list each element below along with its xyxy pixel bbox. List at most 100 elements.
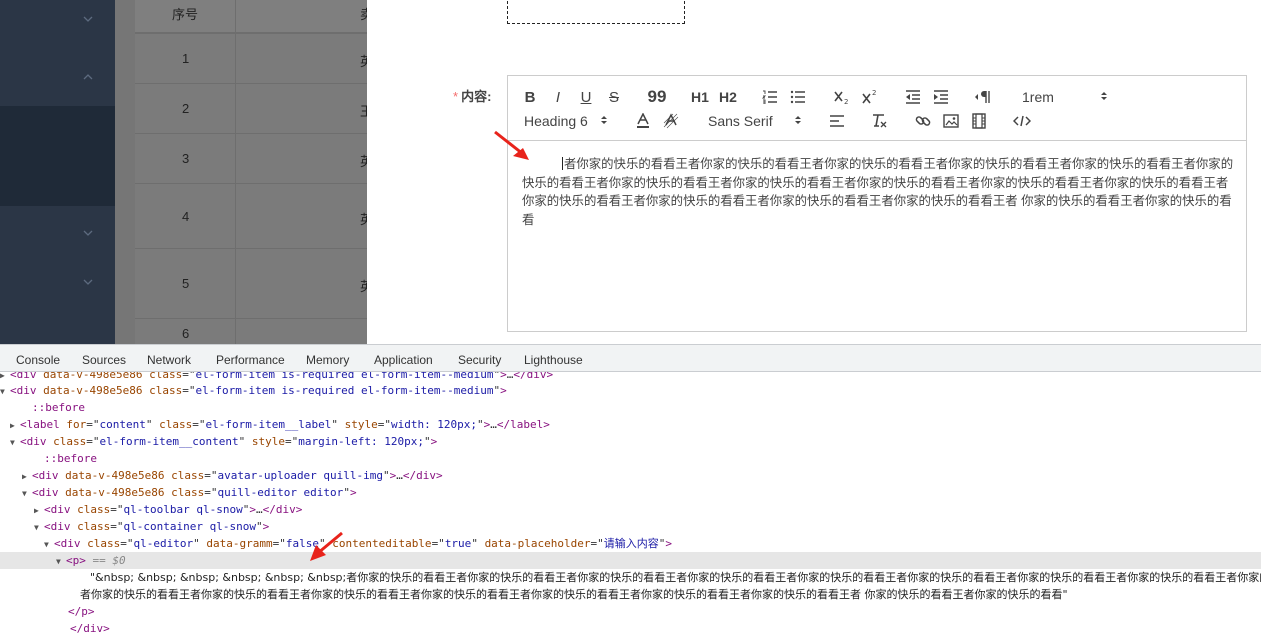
svg-text:2: 2 [844, 98, 848, 105]
annotation-arrow-icon [310, 531, 343, 561]
dom-node[interactable]: ▼ <div class="ql-container ql-snow"> [0, 518, 1261, 535]
h2-button[interactable]: H2 [717, 88, 739, 106]
underline-button[interactable]: U [578, 88, 594, 106]
text-direction-icon[interactable] [974, 88, 992, 106]
h1-button[interactable]: H1 [689, 88, 711, 106]
header-select[interactable]: Heading 6 [524, 112, 614, 130]
dom-node-markup: <label for="content" class="el-form-item… [20, 418, 550, 431]
image-icon[interactable] [942, 112, 960, 130]
text-color-icon[interactable] [634, 112, 652, 130]
link-icon[interactable] [914, 112, 932, 130]
form-panel: * 内容: B I U S 99 H1 H2 2 2 1rem Heading … [367, 0, 1261, 344]
sidebar-active-band [0, 106, 115, 206]
expand-triangle-icon[interactable]: ▶ [10, 417, 20, 434]
font-size-select[interactable]: 1rem [1022, 88, 1118, 106]
align-icon[interactable] [828, 112, 846, 130]
chevron-down-icon[interactable] [83, 14, 93, 24]
table-row-divider [135, 318, 367, 319]
dom-node[interactable]: ▼ <div data-v-498e5e86 class="quill-edito… [0, 484, 1261, 501]
blockquote-button[interactable]: 99 [648, 87, 667, 106]
content-label: * 内容: [453, 86, 491, 105]
rich-text-editor: B I U S 99 H1 H2 2 2 1rem Heading 6 Sans… [507, 75, 1247, 332]
dom-node-markup: <div data-v-498e5e86 class="el-form-item… [10, 384, 507, 397]
table-row-divider [135, 133, 367, 134]
dom-node-markup: ::before [44, 452, 97, 465]
collapse-triangle-icon[interactable]: ▼ [56, 553, 66, 570]
background-color-icon[interactable] [662, 112, 680, 130]
dom-node[interactable]: 者你家的快乐的看看王者你家的快乐的看看王者你家的快乐的看看王者你家的快乐的看看王… [0, 586, 1261, 603]
code-block-icon[interactable] [1012, 112, 1032, 130]
tab-security[interactable]: Security [458, 353, 501, 367]
dom-node[interactable]: ::before [0, 399, 1261, 416]
dom-node[interactable]: ▶ <div class="ql-toolbar ql-snow">…</div> [0, 501, 1261, 518]
italic-button[interactable]: I [550, 88, 566, 106]
dom-node[interactable]: ▼ <div class="ql-editor" data-gramm="fals… [0, 535, 1261, 552]
table-cell-index: 1 [182, 51, 190, 66]
subscript-icon[interactable]: 2 [832, 88, 852, 106]
table-cell-col2: 英 [360, 212, 367, 227]
table-cell-index: 3 [182, 151, 190, 166]
collapse-triangle-icon[interactable]: ▼ [22, 485, 32, 502]
strike-button[interactable]: S [606, 88, 622, 106]
collapse-triangle-icon[interactable]: ▼ [0, 383, 10, 400]
dropdown-caret-icon [794, 113, 802, 129]
tab-performance[interactable]: Performance [216, 353, 285, 367]
dom-node-markup: "&nbsp; &nbsp; &nbsp; &nbsp; &nbsp; &nbs… [90, 571, 1261, 584]
bullet-list-icon[interactable] [789, 88, 807, 106]
image-uploader[interactable] [507, 0, 685, 24]
chevron-down-icon[interactable] [83, 228, 93, 238]
dom-node[interactable]: ▼ <div class="el-form-item__content" styl… [0, 433, 1261, 450]
expand-triangle-icon[interactable]: ▶ [34, 502, 44, 519]
data-table: 序号 卖 1 英 2 王 3 英 4 英 5 英 6 [115, 0, 367, 344]
tab-sources[interactable]: Sources [82, 353, 126, 367]
tab-lighthouse[interactable]: Lighthouse [524, 353, 583, 367]
bold-button[interactable]: B [522, 88, 538, 106]
dom-node[interactable]: ▶ <div data-v-498e5e86 class="avatar-uplo… [0, 467, 1261, 484]
table-left-gutter [115, 0, 135, 344]
dom-node-markup: </div> [70, 622, 110, 635]
tab-console[interactable]: Console [16, 353, 60, 367]
table-cell-index: 5 [182, 276, 190, 291]
svg-text:2: 2 [872, 89, 876, 97]
table-cell-index: 6 [182, 326, 190, 341]
dom-node[interactable]: ▶ <label for="content" class="el-form-ite… [0, 416, 1261, 433]
text-cursor [562, 157, 563, 170]
dom-node-markup: <div data-v-498e5e86 class="quill-editor… [32, 486, 357, 499]
video-icon[interactable] [970, 112, 988, 130]
table-row-divider [135, 83, 367, 84]
outdent-icon[interactable] [904, 88, 922, 106]
dom-node[interactable]: ▼ <div data-v-498e5e86 class="el-form-ite… [0, 382, 1261, 399]
dom-node[interactable]: </div> [0, 620, 1261, 637]
devtools-tab-bar: Console Sources Network Performance Memo… [0, 345, 1261, 372]
sidebar [0, 0, 115, 344]
chevron-down-icon[interactable] [83, 277, 93, 287]
dom-node-markup: ::before [32, 401, 85, 414]
ordered-list-icon[interactable] [761, 88, 779, 106]
tab-memory[interactable]: Memory [306, 353, 349, 367]
expand-triangle-icon[interactable]: ▶ [22, 468, 32, 485]
table-cell-col2: 英 [360, 54, 367, 69]
dom-node-selected[interactable]: ▼ <p> == $0 [0, 552, 1261, 569]
required-mark: * [453, 89, 459, 104]
dom-node[interactable]: "&nbsp; &nbsp; &nbsp; &nbsp; &nbsp; &nbs… [0, 569, 1261, 586]
table-row-divider [135, 33, 367, 34]
table-cell-col2: 英 [360, 154, 367, 169]
tab-network[interactable]: Network [147, 353, 191, 367]
tab-application[interactable]: Application [374, 353, 433, 367]
content-label-text: 内容: [461, 89, 492, 104]
editor-content[interactable]: 者你家的快乐的看看王者你家的快乐的看看王者你家的快乐的看看王者你家的快乐的看看王… [522, 155, 1234, 229]
dom-node[interactable]: </p> [0, 603, 1261, 620]
dom-node-markup: <div class="ql-container ql-snow"> [44, 520, 270, 533]
collapse-triangle-icon[interactable]: ▼ [44, 536, 54, 553]
collapse-triangle-icon[interactable]: ▼ [10, 434, 20, 451]
superscript-icon[interactable]: 2 [860, 88, 880, 106]
chevron-up-icon[interactable] [83, 72, 93, 82]
dom-node[interactable]: ::before [0, 450, 1261, 467]
annotation-arrow-icon [494, 130, 529, 160]
indent-icon[interactable] [932, 88, 950, 106]
clear-format-icon[interactable] [870, 112, 888, 130]
collapse-triangle-icon[interactable]: ▼ [34, 519, 44, 536]
font-family-select[interactable]: Sans Serif [708, 112, 808, 130]
font-size-value: 1rem [1022, 89, 1054, 105]
devtools-panel: Console Sources Network Performance Memo… [0, 344, 1261, 639]
